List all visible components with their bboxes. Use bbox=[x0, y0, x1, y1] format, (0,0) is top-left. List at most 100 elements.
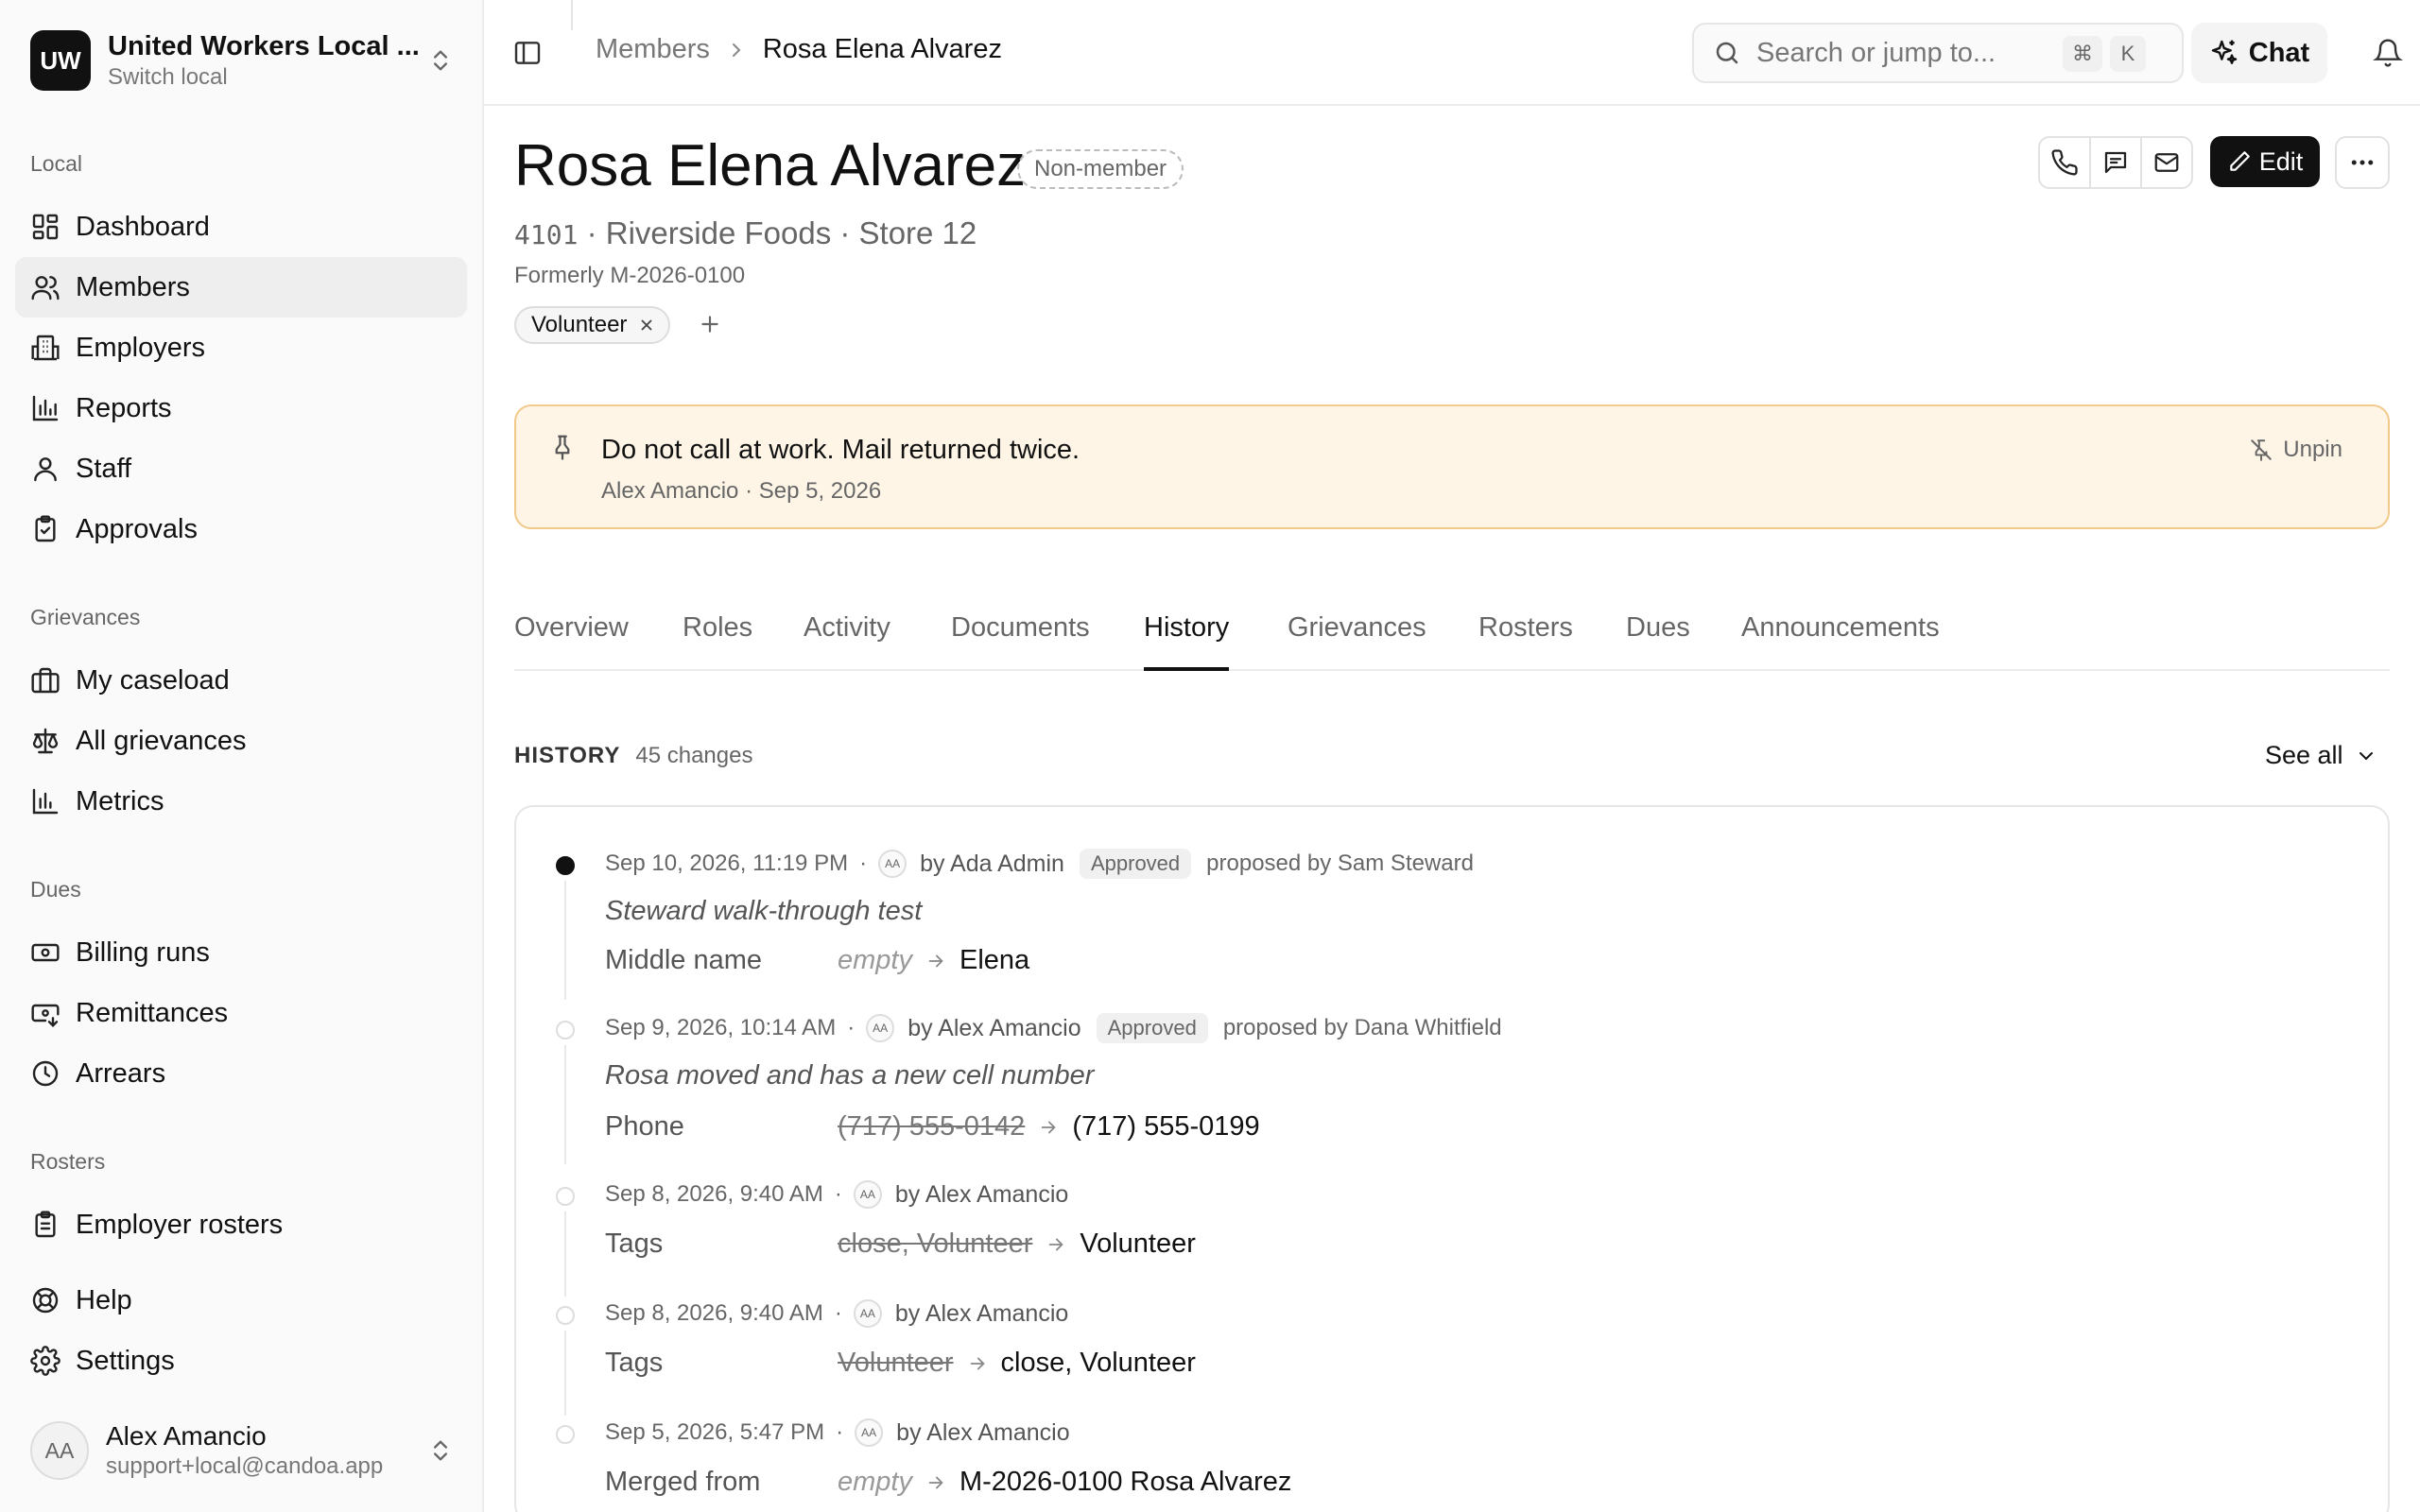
sidebar-item-employer-rosters[interactable]: Employer rosters bbox=[15, 1194, 467, 1255]
sidebar-item-label: Dashboard bbox=[76, 211, 210, 242]
see-all-button[interactable]: See all bbox=[2265, 741, 2377, 770]
pin-icon bbox=[555, 435, 570, 460]
search-input[interactable] bbox=[1756, 37, 2059, 69]
sidebar-item-reports[interactable]: Reports bbox=[15, 378, 467, 438]
chat-button[interactable]: Chat bbox=[2191, 23, 2327, 83]
chevrons-up-down-icon bbox=[434, 50, 447, 71]
sidebar-item-remittances[interactable]: Remittances bbox=[15, 983, 467, 1043]
shortcut-cmd-key: ⌘ bbox=[2063, 36, 2102, 72]
avatar: AA bbox=[853, 1180, 882, 1209]
edit-button[interactable]: Edit bbox=[2210, 136, 2320, 187]
arrow-right-icon bbox=[1041, 1121, 1057, 1133]
unpin-label: Unpin bbox=[2283, 437, 2342, 462]
tab-documents[interactable]: Documents bbox=[951, 612, 1090, 669]
timeline-line bbox=[564, 881, 566, 1000]
org-logo: UW bbox=[30, 30, 91, 91]
search-box[interactable]: ⌘ K bbox=[1692, 23, 2184, 83]
tab-dues[interactable]: Dues bbox=[1626, 612, 1690, 669]
breadcrumb-members-link[interactable]: Members bbox=[596, 34, 710, 65]
dashboard-icon bbox=[32, 214, 59, 240]
avatar: AA bbox=[855, 1418, 884, 1447]
chevron-right-icon bbox=[732, 43, 741, 57]
call-button[interactable] bbox=[2040, 138, 2091, 187]
sidebar-item-staff[interactable]: Staff bbox=[15, 438, 467, 499]
clipboard-list-icon bbox=[35, 1211, 56, 1238]
email-button[interactable] bbox=[2142, 138, 2191, 187]
breadcrumb-current: Rosa Elena Alvarez bbox=[762, 34, 1002, 64]
entry-proposed-by: proposed by Sam Steward bbox=[1206, 850, 1474, 876]
sidebar-item-label: Members bbox=[76, 271, 190, 302]
sidebar-item-dashboard[interactable]: Dashboard bbox=[15, 197, 467, 257]
meta-separator: · bbox=[834, 1181, 842, 1207]
sidebar-item-metrics[interactable]: Metrics bbox=[15, 771, 467, 832]
timeline-dot bbox=[556, 856, 575, 875]
change-field: Phone bbox=[605, 1111, 684, 1142]
entry-meta: Sep 8, 2026, 9:40 AM · AA by Alex Amanci… bbox=[605, 1176, 1068, 1213]
lifebuoy-icon bbox=[32, 1287, 59, 1314]
nav-group-rosters: Rosters bbox=[30, 1149, 106, 1174]
change-field: Tags bbox=[605, 1228, 664, 1259]
tab-announcements[interactable]: Announcements bbox=[1741, 612, 1940, 669]
chevron-down-icon bbox=[2359, 751, 2373, 760]
nav-group-dues: Dues bbox=[30, 877, 81, 902]
tab-rosters[interactable]: Rosters bbox=[1478, 612, 1573, 669]
tab-activity[interactable]: Activity bbox=[804, 612, 890, 669]
change-field: Merged from bbox=[605, 1467, 761, 1497]
user-email: support+local@candoa.app bbox=[106, 1453, 384, 1479]
entry-change: Middle name empty Elena bbox=[605, 945, 1029, 976]
sidebar-item-settings[interactable]: Settings bbox=[15, 1331, 467, 1391]
user-menu[interactable]: AA Alex Amancio support+local@candoa.app bbox=[30, 1418, 454, 1484]
timeline-line bbox=[564, 1211, 566, 1297]
close-icon[interactable] bbox=[638, 317, 655, 334]
timeline-line bbox=[564, 1331, 566, 1416]
timeline-dot bbox=[556, 1187, 575, 1206]
entry-meta: Sep 10, 2026, 11:19 PM · AA by Ada Admin… bbox=[605, 845, 1474, 883]
sidebar-item-help[interactable]: Help bbox=[15, 1270, 467, 1331]
change-old-value: Volunteer bbox=[838, 1348, 954, 1378]
change-old-value: (717) 555-0142 bbox=[838, 1111, 1026, 1142]
sidebar-item-label: Employers bbox=[76, 332, 205, 363]
unpin-button[interactable]: Unpin bbox=[2249, 437, 2342, 463]
sidebar-item-billing-runs[interactable]: Billing runs bbox=[15, 922, 467, 983]
entry-time: Sep 5, 2026, 5:47 PM bbox=[605, 1419, 825, 1445]
tab-roles[interactable]: Roles bbox=[683, 612, 752, 669]
chevrons-up-down-icon bbox=[434, 1440, 447, 1461]
approved-badge: Approved bbox=[1079, 849, 1192, 879]
sidebar-item-my-caseload[interactable]: My caseload bbox=[15, 650, 467, 711]
tab-history[interactable]: History bbox=[1144, 612, 1230, 671]
history-title: HISTORY bbox=[514, 743, 621, 768]
entry-author: by Ada Admin bbox=[920, 850, 1064, 877]
phone-icon bbox=[2051, 149, 2078, 176]
sidebar-item-label: Employer rosters bbox=[76, 1209, 284, 1240]
meta-separator: · bbox=[836, 1419, 844, 1445]
avatar: AA bbox=[878, 850, 908, 878]
tag-chip: Volunteer bbox=[514, 306, 671, 344]
tab-grievances[interactable]: Grievances bbox=[1288, 612, 1426, 669]
message-button[interactable] bbox=[2091, 138, 2142, 187]
sidebar-item-approvals[interactable]: Approvals bbox=[15, 499, 467, 559]
org-switcher[interactable]: UW United Workers Local ... Switch local bbox=[30, 28, 454, 93]
sidebar-item-label: All grievances bbox=[76, 725, 247, 756]
users-icon bbox=[31, 276, 60, 301]
sidebar-item-arrears[interactable]: Arrears bbox=[15, 1043, 467, 1104]
avatar: AA bbox=[853, 1299, 882, 1328]
more-options-button[interactable] bbox=[2335, 136, 2390, 189]
sidebar-item-label: Help bbox=[76, 1284, 132, 1315]
pinned-note: Do not call at work. Mail returned twice… bbox=[514, 404, 2390, 529]
sidebar-item-label: Settings bbox=[76, 1345, 175, 1376]
tab-bar: Overview Roles Activity Documents Histor… bbox=[514, 607, 2390, 671]
sidebar-item-members[interactable]: Members bbox=[15, 257, 467, 318]
plus-icon[interactable] bbox=[698, 312, 722, 336]
sidebar-toggle-icon[interactable] bbox=[512, 38, 543, 68]
sidebar-item-employers[interactable]: Employers bbox=[15, 318, 467, 378]
tab-overview[interactable]: Overview bbox=[514, 612, 629, 669]
user-icon bbox=[34, 457, 57, 482]
bell-icon[interactable] bbox=[2373, 38, 2403, 68]
sidebar-item-label: Approvals bbox=[76, 513, 198, 544]
org-name: United Workers Local ... bbox=[108, 31, 420, 61]
timeline-dot bbox=[556, 1021, 575, 1040]
topbar: Members Rosa Elena Alvarez ⌘ K Chat bbox=[484, 0, 2420, 106]
sidebar-item-all-grievances[interactable]: All grievances bbox=[15, 711, 467, 771]
search-icon bbox=[1716, 42, 1738, 64]
entry-author: by Alex Amancio bbox=[894, 1180, 1069, 1208]
